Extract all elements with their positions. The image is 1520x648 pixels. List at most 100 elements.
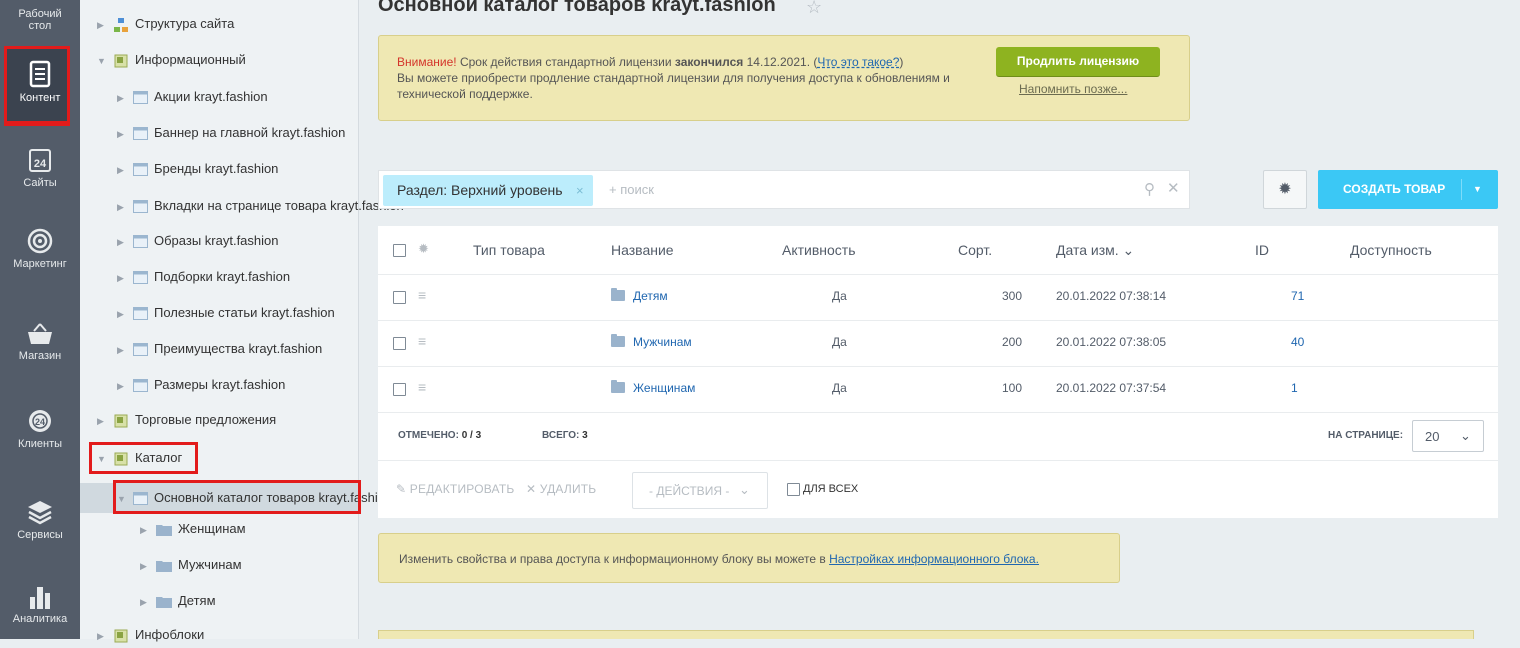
expand-arrow-icon[interactable]: ▶	[140, 554, 152, 578]
tree-item-iblock[interactable]: ▶ Подборки krayt.fashion	[117, 265, 290, 289]
cell-name[interactable]: Детям	[611, 288, 668, 303]
cell-id[interactable]: 71	[1291, 289, 1304, 303]
column-settings-icon[interactable]: ✹	[418, 241, 429, 257]
tree-item-iblock[interactable]: ▶ Размеры krayt.fashion	[117, 373, 285, 397]
tree-item-site-structure[interactable]: ▶ Структура сайта	[97, 12, 234, 36]
for-all-checkbox[interactable]	[787, 483, 800, 496]
edit-button[interactable]: ✎ РЕДАКТИРОВАТЬ	[396, 482, 514, 496]
tree-item-trade-offers[interactable]: ▶ Торговые предложения	[97, 408, 276, 432]
cell-id[interactable]: 40	[1291, 335, 1304, 349]
column-header-name[interactable]: Название	[611, 242, 674, 258]
iblock-type-icon	[114, 414, 128, 428]
tree-item-informational[interactable]: ▼ Информационный	[97, 48, 246, 72]
products-grid: ✹ Тип товара Название Активность Сорт. Д…	[378, 226, 1498, 518]
chevron-down-icon[interactable]: ▼	[1473, 170, 1482, 209]
rail-item-analytics[interactable]: Аналитика	[0, 585, 80, 625]
rail-item-clients[interactable]: 24 Клиенты	[0, 408, 80, 450]
tree-item-iblock[interactable]: ▶ Бренды krayt.fashion	[117, 157, 278, 181]
table-row[interactable]: ≡ Женщинам Да 100 20.01.2022 07:37:54 1	[378, 366, 1498, 413]
create-product-button[interactable]: СОЗДАТЬ ТОВАР ▼	[1318, 170, 1498, 209]
settings-button[interactable]: ✹	[1263, 170, 1307, 209]
expand-arrow-icon[interactable]: ▶	[140, 518, 152, 542]
folder-icon	[611, 380, 625, 393]
row-checkbox[interactable]	[393, 337, 406, 350]
row-checkbox[interactable]	[393, 383, 406, 396]
expand-arrow-icon[interactable]: ▶	[140, 590, 152, 614]
tree-item-section[interactable]: ▶ Женщинам	[140, 517, 246, 541]
tree-item-label: Инфоблоки	[135, 627, 205, 642]
expand-arrow-icon[interactable]: ▶	[117, 158, 129, 182]
tree-item-label: Торговые предложения	[135, 412, 277, 427]
tree-item-section[interactable]: ▶ Мужчинам	[140, 553, 242, 577]
expand-arrow-icon[interactable]: ▶	[97, 13, 109, 37]
drag-handle-icon[interactable]: ≡	[418, 287, 426, 303]
iblock-icon	[133, 200, 148, 214]
tree-item-iblock[interactable]: ▶ Акции krayt.fashion	[117, 85, 268, 109]
select-all-checkbox[interactable]	[393, 244, 406, 257]
column-header-id[interactable]: ID	[1255, 242, 1269, 258]
cell-name[interactable]: Мужчинам	[611, 334, 692, 349]
note-text: Изменить свойства и права доступа к инфо…	[399, 552, 830, 566]
group-actions-select[interactable]: - ДЕЙСТВИЯ - ⌄	[632, 472, 768, 509]
folder-icon	[156, 525, 172, 537]
clear-icon[interactable]: ✕	[1167, 179, 1180, 197]
rail-item-marketing[interactable]: Маркетинг	[0, 228, 80, 270]
search-icon[interactable]: ⚲	[1144, 180, 1155, 198]
iblock-icon	[133, 163, 148, 177]
expand-arrow-icon[interactable]: ▶	[117, 338, 129, 362]
row-checkbox[interactable]	[393, 291, 406, 304]
what-is-this-link[interactable]: Что это такое?	[817, 55, 899, 69]
expand-arrow-icon[interactable]: ▶	[117, 302, 129, 326]
drag-handle-icon[interactable]: ≡	[418, 379, 426, 395]
perpage-select[interactable]: 20 ⌄	[1412, 420, 1484, 452]
section-link[interactable]: Детям	[633, 289, 668, 303]
column-header-availability[interactable]: Доступность	[1350, 242, 1432, 258]
cell-name[interactable]: Женщинам	[611, 380, 695, 395]
cell-sort: 200	[1002, 335, 1023, 349]
chip-close-icon[interactable]: ×	[576, 175, 584, 206]
tree-item-iblock[interactable]: ▶ Вкладки на странице товара krayt.fashio…	[117, 194, 404, 218]
grid-header: ✹ Тип товара Название Активность Сорт. Д…	[378, 226, 1498, 275]
tree-item-section[interactable]: ▶ Детям	[140, 589, 216, 613]
expand-arrow-icon[interactable]: ▶	[117, 86, 129, 110]
tree-item-iblock[interactable]: ▶ Баннер на главной krayt.fashion	[117, 121, 345, 145]
expand-arrow-icon[interactable]: ▶	[117, 122, 129, 146]
section-link[interactable]: Мужчинам	[633, 335, 692, 349]
collapse-arrow-icon[interactable]: ▼	[97, 49, 109, 73]
expand-arrow-icon[interactable]: ▶	[97, 624, 109, 648]
rail-item-shop[interactable]: Магазин	[0, 322, 80, 362]
tree-item-iblock[interactable]: ▶ Полезные статьи krayt.fashion	[117, 301, 335, 325]
rail-item-desktop[interactable]: Рабочий стол	[0, 8, 80, 32]
tree-item-iblock[interactable]: ▶ Образы krayt.fashion	[117, 229, 279, 253]
column-header-sort[interactable]: Сорт.	[958, 242, 992, 258]
renew-license-button[interactable]: Продлить лицензию	[996, 47, 1160, 77]
table-row[interactable]: ≡ Детям Да 300 20.01.2022 07:38:14 71	[378, 274, 1498, 321]
chevron-down-icon: ⌄	[1460, 428, 1471, 443]
expand-arrow-icon[interactable]: ▶	[117, 374, 129, 398]
star-icon[interactable]: ☆	[806, 0, 822, 18]
cell-id[interactable]: 1	[1291, 381, 1298, 395]
cell-active: Да	[832, 335, 847, 349]
tree-item-iblocks[interactable]: ▶ Инфоблоки	[97, 623, 204, 647]
iblock-settings-link[interactable]: Настройках информационного блока.	[829, 552, 1039, 566]
rail-item-label: Клиенты	[17, 438, 63, 450]
expand-arrow-icon[interactable]: ▶	[97, 409, 109, 433]
filter-search-bar[interactable]: Раздел: Верхний уровень × + поиск ⚲ ✕	[378, 170, 1190, 209]
section-link[interactable]: Женщинам	[633, 381, 695, 395]
clients-24-icon: 24	[29, 410, 51, 432]
expand-arrow-icon[interactable]: ▶	[117, 266, 129, 290]
tree-item-iblock[interactable]: ▶ Преимущества krayt.fashion	[117, 337, 322, 361]
column-header-active[interactable]: Активность	[782, 242, 856, 258]
filter-chip-section[interactable]: Раздел: Верхний уровень ×	[383, 175, 593, 206]
expand-arrow-icon[interactable]: ▶	[117, 230, 129, 254]
expand-arrow-icon[interactable]: ▶	[117, 195, 129, 219]
search-input[interactable]: + поиск	[609, 182, 654, 197]
table-row[interactable]: ≡ Мужчинам Да 200 20.01.2022 07:38:05 40	[378, 320, 1498, 367]
remind-later-link[interactable]: Напомнить позже...	[1019, 82, 1127, 96]
rail-item-sites[interactable]: 24 Сайты	[0, 147, 80, 189]
column-header-date[interactable]: Дата изм. ⌄	[1056, 242, 1134, 259]
delete-button[interactable]: ✕ УДАЛИТЬ	[526, 482, 596, 496]
column-header-type[interactable]: Тип товара	[473, 242, 545, 258]
rail-item-services[interactable]: Сервисы	[0, 499, 80, 541]
drag-handle-icon[interactable]: ≡	[418, 333, 426, 349]
